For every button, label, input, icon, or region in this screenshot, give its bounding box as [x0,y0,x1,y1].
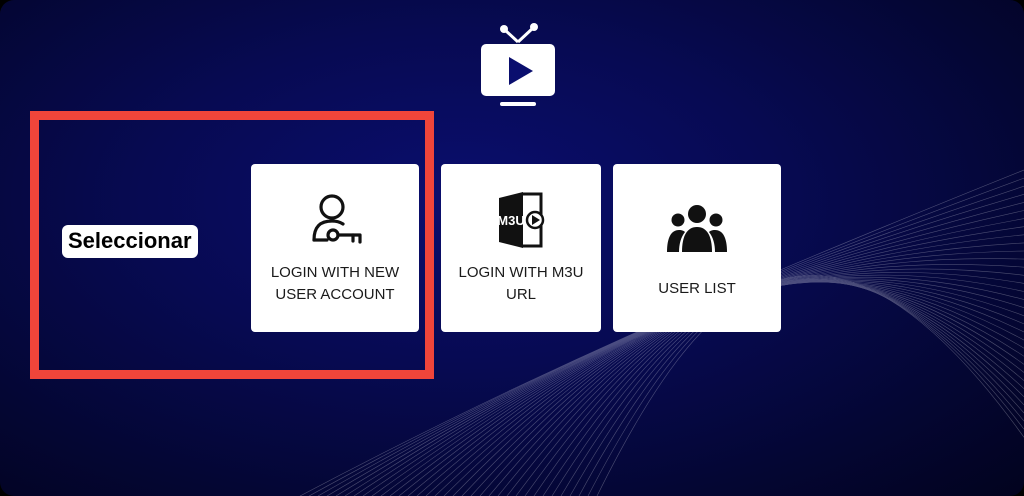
m3u-icon-text: M3U [497,213,524,228]
users-group-icon [665,198,729,262]
tv-play-icon [481,23,555,106]
user-key-icon [303,188,367,252]
login-m3u-url-button[interactable]: M3U LOGIN WITH M3U URL [441,164,601,332]
login-new-user-account-button[interactable]: LOGIN WITH NEW USER ACCOUNT [251,164,419,332]
select-badge: Seleccionar [62,225,198,258]
login-m3u-url-label: LOGIN WITH M3U URL [458,264,584,303]
login-new-user-account-label: LOGIN WITH NEW USER ACCOUNT [270,264,400,303]
user-list-label: USER LIST [658,280,736,297]
app-screen: LOGIN WITH NEW USER ACCOUNT M3U LOGIN WI… [0,0,1024,496]
m3u-file-icon: M3U [489,188,553,252]
user-list-button[interactable]: USER LIST [613,164,781,332]
